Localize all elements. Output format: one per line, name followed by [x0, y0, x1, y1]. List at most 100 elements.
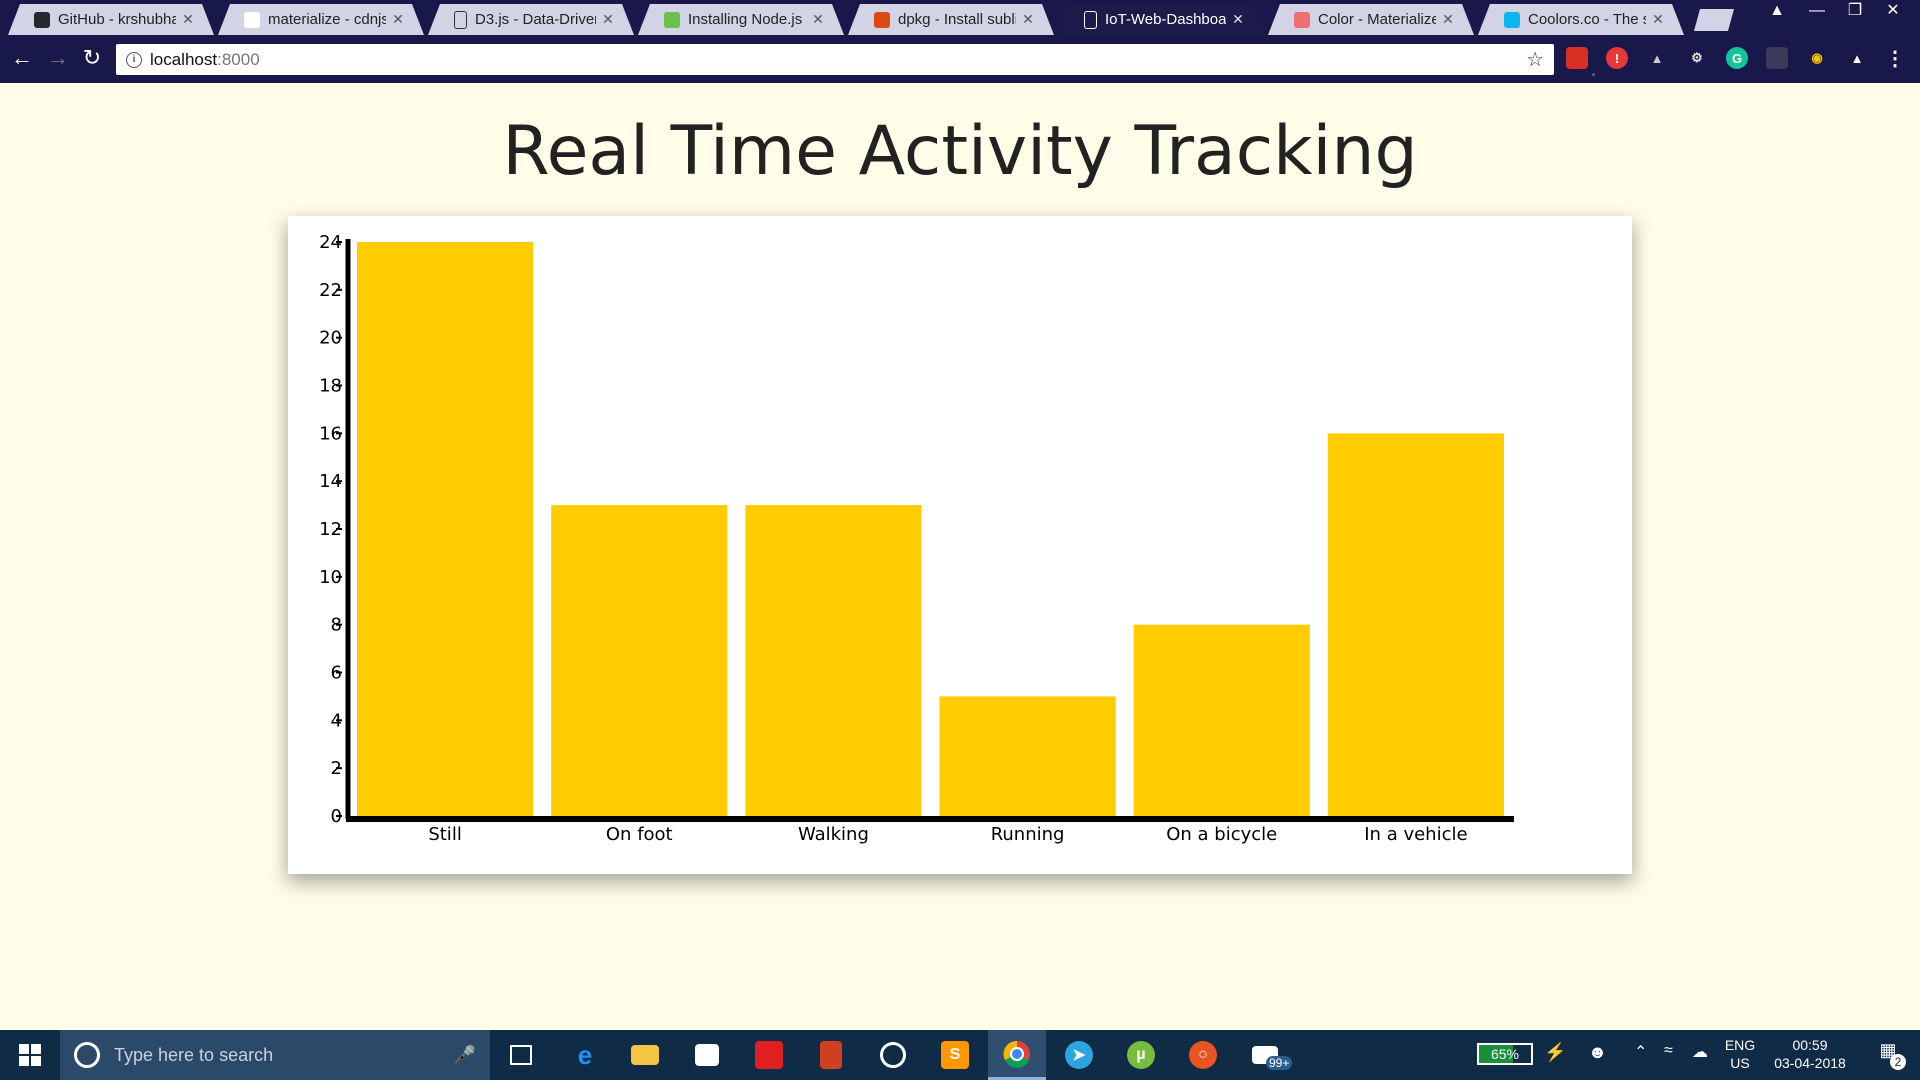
- page-title: Real Time Activity Tracking: [502, 112, 1418, 191]
- clock-time: 00:59: [1792, 1037, 1828, 1053]
- url-port: :8000: [217, 49, 260, 69]
- grammarly-icon[interactable]: G: [1726, 47, 1748, 69]
- restore-button[interactable]: ❐: [1838, 0, 1872, 24]
- mail-badge: 99+: [1266, 1056, 1293, 1070]
- bookmark-star-icon[interactable]: ☆: [1526, 47, 1544, 72]
- browser-chrome: GitHub - krshubham✕materialize - cdnjs.c…: [0, 0, 1920, 83]
- battery-percent: 65%: [1490, 1046, 1520, 1062]
- language-indicator[interactable]: ENG US: [1722, 1036, 1758, 1072]
- chart-bar: [357, 242, 534, 816]
- nodejs-icon: [664, 12, 680, 28]
- back-button[interactable]: ←: [8, 44, 36, 72]
- y-tick-label: 6: [331, 663, 342, 684]
- chrome-icon: [1003, 1040, 1030, 1068]
- telegram-taskbar-button[interactable]: ➤: [1050, 1030, 1108, 1080]
- tab-title: Coolors.co - The super: [1528, 11, 1639, 28]
- browser-tab[interactable]: dpkg - Install sublime ✕: [848, 4, 1054, 35]
- y-tick-label: 16: [319, 423, 342, 444]
- x-tick-label: Still: [428, 824, 462, 845]
- extension-gear-icon[interactable]: ⚙: [1686, 47, 1708, 69]
- profile-icon[interactable]: ▲: [1760, 0, 1794, 24]
- ubuntu-taskbar-button[interactable]: ○: [1174, 1030, 1232, 1080]
- keyboard-region: US: [1730, 1055, 1750, 1071]
- microphone-icon[interactable]: 🎤: [454, 1045, 476, 1066]
- edge-taskbar-button[interactable]: e: [556, 1030, 614, 1080]
- page-icon: [1084, 11, 1097, 29]
- close-window-button[interactable]: ✕: [1876, 0, 1910, 24]
- explorer-taskbar-button[interactable]: [616, 1030, 674, 1080]
- close-tab-icon[interactable]: ✕: [602, 11, 614, 28]
- chart-bar: [1133, 624, 1310, 816]
- browser-tab[interactable]: materialize - cdnjs.com ✕: [218, 4, 424, 35]
- browser-tab[interactable]: GitHub - krshubham ✕: [8, 4, 214, 35]
- close-tab-icon[interactable]: ✕: [812, 11, 824, 28]
- task-view-button[interactable]: [492, 1030, 550, 1080]
- close-tab-icon[interactable]: ✕: [1652, 11, 1664, 28]
- y-tick-label: 20: [319, 328, 342, 349]
- chrome-taskbar-button[interactable]: [988, 1030, 1046, 1080]
- tab-title: D3.js - Data-Driven Documents: [475, 11, 596, 28]
- extension-cap-icon[interactable]: ▲: [1646, 47, 1668, 69]
- y-tick-label: 12: [319, 519, 342, 540]
- chrome-menu-icon[interactable]: ⋮: [1884, 47, 1906, 70]
- minimize-button[interactable]: —: [1800, 0, 1834, 24]
- utorrent-taskbar-button[interactable]: µ: [1112, 1030, 1170, 1080]
- close-tab-icon[interactable]: ✕: [1232, 11, 1244, 28]
- new-tab-button[interactable]: [1694, 9, 1734, 31]
- y-tick-label: 22: [319, 280, 342, 301]
- browser-tab[interactable]: Color - Materialize ✕: [1268, 4, 1474, 35]
- onedrive-cloud-icon[interactable]: ☁: [1692, 1042, 1708, 1062]
- cortana-icon: [74, 1042, 100, 1068]
- page-icon: [454, 11, 467, 29]
- extension-coin-icon[interactable]: ◉: [1806, 47, 1828, 69]
- y-tick-label: 0: [331, 806, 342, 827]
- coolors-icon: [1504, 12, 1520, 28]
- browser-tab[interactable]: D3.js - Data-Driven Documents ✕: [428, 4, 634, 35]
- tab-title: dpkg - Install sublime: [898, 11, 1015, 28]
- y-tick-label: 18: [319, 376, 342, 397]
- close-tab-icon[interactable]: ✕: [182, 11, 194, 28]
- close-tab-icon[interactable]: ✕: [1442, 11, 1454, 28]
- taskbar-search-box[interactable]: Type here to search 🎤: [60, 1030, 490, 1080]
- tab-title: Installing Node.js via: [688, 11, 803, 28]
- mail-taskbar-button[interactable]: 99+: [1236, 1030, 1294, 1080]
- app-target-taskbar-button[interactable]: [864, 1030, 922, 1080]
- app-orange-taskbar-button[interactable]: [802, 1030, 860, 1080]
- browser-tab[interactable]: Installing Node.js via ✕: [638, 4, 844, 35]
- task-view-icon: [510, 1045, 532, 1065]
- chart-card: Still On foot Walking Running On a bicycle In…: [288, 216, 1632, 874]
- address-bar[interactable]: i localhost:8000 ☆: [116, 44, 1554, 75]
- language-code: ENG: [1724, 1037, 1756, 1053]
- tab-title: GitHub - krshubham: [58, 11, 176, 28]
- chart-bar: [1327, 433, 1504, 816]
- battery-indicator[interactable]: 65%: [1477, 1043, 1533, 1065]
- browser-tab[interactable]: Coolors.co - The super ✕: [1478, 4, 1684, 35]
- forward-button[interactable]: →: [44, 44, 72, 72]
- materialize-icon: [1294, 12, 1310, 28]
- windows-start-button[interactable]: [0, 1030, 60, 1080]
- y-tick-label: 2: [331, 758, 342, 779]
- browser-tab[interactable]: IoT-Web-Dashboard ✕: [1058, 4, 1264, 35]
- extension-red-icon[interactable]: [1566, 47, 1588, 69]
- extension-shield-icon[interactable]: !: [1606, 47, 1628, 69]
- action-center-button[interactable]: ▦ 2: [1866, 1040, 1910, 1070]
- sublime-taskbar-button[interactable]: S: [926, 1030, 984, 1080]
- close-tab-icon[interactable]: ✕: [392, 11, 404, 28]
- close-tab-icon[interactable]: ✕: [1022, 11, 1034, 28]
- tray-chevron-up-icon[interactable]: ⌃: [1634, 1042, 1647, 1062]
- clock[interactable]: 00:59 03-04-2018: [1764, 1036, 1856, 1072]
- clock-date: 03-04-2018: [1774, 1055, 1846, 1071]
- info-icon[interactable]: i: [126, 51, 142, 68]
- store-taskbar-button[interactable]: [678, 1030, 736, 1080]
- telegram-icon: ➤: [1065, 1041, 1093, 1069]
- tab-strip: GitHub - krshubham✕materialize - cdnjs.c…: [0, 0, 1760, 36]
- people-icon[interactable]: ☻: [1588, 1042, 1607, 1063]
- y-tick-label: 14: [319, 471, 342, 492]
- app-red-taskbar-button[interactable]: [740, 1030, 798, 1080]
- extension-graduation-icon[interactable]: ▲: [1846, 47, 1868, 69]
- reload-button[interactable]: ↻: [78, 44, 106, 72]
- wifi-icon[interactable]: ≈: [1664, 1042, 1673, 1060]
- extension-chart-icon[interactable]: [1766, 47, 1788, 69]
- tab-title: Color - Materialize: [1318, 11, 1436, 28]
- activity-bar-chart: Still On foot Walking Running On a bicycle In…: [319, 232, 1514, 845]
